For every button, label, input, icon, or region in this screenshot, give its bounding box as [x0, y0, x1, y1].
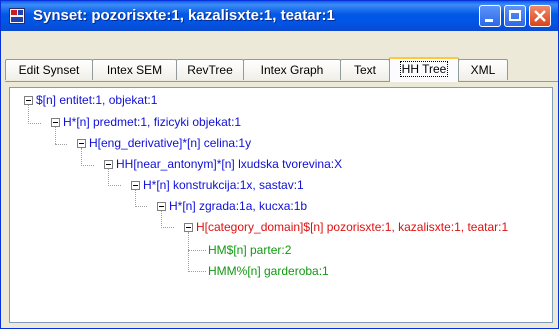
window-title: Synset: pozorisxte:1, kazalisxte:1, teat… [33, 7, 335, 24]
tree-connector [81, 165, 94, 166]
tree-node-leaf[interactable]: HM$[n] parter:2 [208, 242, 291, 258]
tab-revtree[interactable]: RevTree [176, 59, 244, 80]
tree-node[interactable]: H*[n] predmet:1, fizicyki objekat:1 [63, 114, 241, 130]
tab-intex-sem[interactable]: Intex SEM [92, 59, 177, 80]
hh-tree-view[interactable]: $[n] entitet:1, objekat:1 H*[n] predmet:… [9, 87, 553, 323]
tab-label: XML [470, 63, 496, 77]
tab-label: Edit Synset [18, 63, 80, 77]
tree-node-leaf[interactable]: HMM%[n] garderoba:1 [208, 263, 329, 279]
app-icon-block [11, 10, 17, 15]
title-bar[interactable]: Synset: pozorisxte:1, kazalisxte:1, teat… [1, 1, 558, 31]
tree-connector [188, 250, 206, 251]
tab-strip: Edit Synset Intex SEM RevTree Intex Grap… [5, 57, 558, 83]
tree-connector [108, 185, 121, 186]
tree-connector [161, 227, 174, 228]
app-icon-block [11, 17, 23, 22]
tab-intex-graph[interactable]: Intex Graph [243, 59, 341, 80]
tab-label: Intex SEM [106, 63, 163, 77]
minimize-icon [485, 19, 493, 22]
tree-expander-collapse[interactable] [157, 202, 166, 211]
tree-expander-collapse[interactable] [77, 139, 86, 148]
close-icon [534, 10, 546, 22]
tab-text[interactable]: Text [340, 59, 390, 80]
tree-connector [55, 144, 67, 145]
maximize-icon [509, 10, 521, 21]
tree-node[interactable]: HH[near_antonym]*[n] lxudska tvorevina:X [116, 156, 342, 172]
tab-strip-divider [5, 81, 558, 82]
app-icon[interactable] [9, 8, 25, 24]
tree-connector [81, 148, 82, 166]
tree-connector [188, 232, 189, 272]
tree-node[interactable]: H*[n] konstrukcija:1x, sastav:1 [143, 177, 304, 193]
tab-edit-synset[interactable]: Edit Synset [5, 59, 93, 80]
tree-connector [28, 123, 41, 124]
tab-label: HH Tree [399, 61, 449, 77]
tab-label: Text [353, 63, 376, 77]
close-button[interactable] [529, 5, 551, 27]
tree-expander-collapse[interactable] [184, 223, 193, 232]
tree-expander-collapse[interactable] [24, 96, 33, 105]
tree-connector [135, 206, 147, 207]
tree-expander-collapse[interactable] [104, 160, 113, 169]
tree-expander-collapse[interactable] [51, 118, 60, 127]
app-icon-block [18, 10, 23, 15]
tree-connector [188, 271, 206, 272]
synset-window: Synset: pozorisxte:1, kazalisxte:1, teat… [0, 0, 559, 329]
tree-connector [28, 105, 29, 124]
tree-expander-collapse[interactable] [131, 181, 140, 190]
tree-node[interactable]: H*[n] zgrada:1a, kucxa:1b [169, 198, 307, 214]
tab-hh-tree[interactable]: HH Tree [389, 57, 459, 82]
tab-label: RevTree [187, 63, 233, 77]
tree-connector [55, 127, 56, 144]
tree-node[interactable]: H[eng_derivative]*[n] celina:1y [89, 135, 251, 151]
minimize-button[interactable] [479, 5, 501, 27]
maximize-button[interactable] [504, 5, 526, 27]
tree-connector [135, 190, 136, 207]
tab-xml[interactable]: XML [458, 59, 508, 80]
tab-label: Intex Graph [260, 63, 324, 77]
tree-node-selected-synset[interactable]: H[category_domain]$[n] pozorisxte:1, kaz… [196, 219, 508, 235]
tree-connector [108, 169, 109, 186]
tree-connector [161, 211, 162, 228]
tree-node[interactable]: $[n] entitet:1, objekat:1 [36, 92, 157, 108]
